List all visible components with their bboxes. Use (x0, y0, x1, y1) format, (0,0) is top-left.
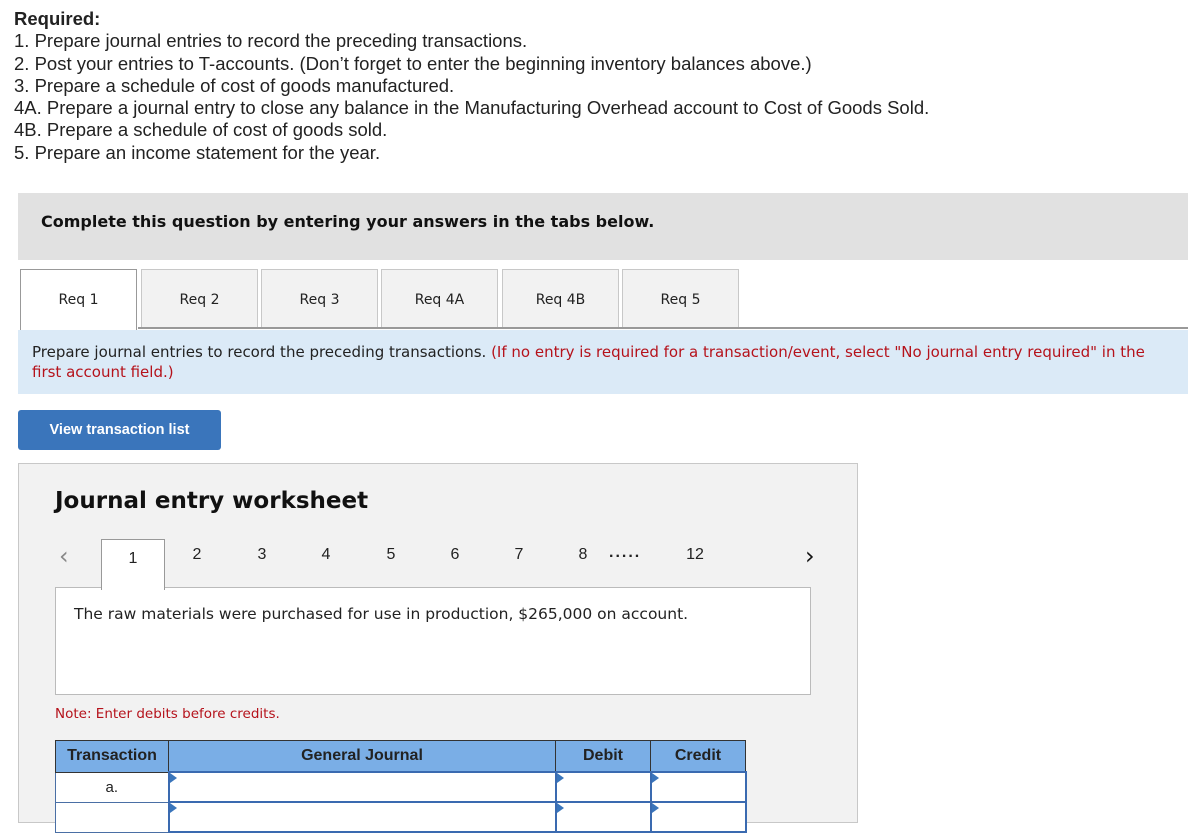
required-item-2: 2. Post your entries to T-accounts. (Don… (14, 52, 812, 74)
header-transaction: Transaction (55, 740, 169, 773)
account-select[interactable] (167, 801, 557, 833)
tab-req-4b[interactable]: Req 4B (502, 269, 619, 327)
debits-note: Note: Enter debits before credits. (55, 706, 280, 722)
instruction-text: Prepare journal entries to record the pr… (32, 343, 492, 361)
debit-input[interactable] (554, 801, 652, 833)
page-12-tab[interactable]: 12 (680, 546, 710, 564)
transaction-description-box: The raw materials were purchased for use… (55, 587, 811, 695)
page-1-tab[interactable]: 1 (101, 539, 165, 590)
instructions-banner-text: Complete this question by entering your … (41, 212, 655, 231)
header-general-journal: General Journal (168, 740, 556, 773)
pager-ellipsis: ..... (609, 544, 642, 561)
page-2-tab[interactable]: 2 (182, 546, 212, 564)
journal-table: Transaction General Journal Debit Credit… (55, 740, 747, 833)
required-item-5: 5. Prepare an income statement for the y… (14, 141, 381, 163)
tab-req-2[interactable]: Req 2 (141, 269, 258, 327)
chevron-left-icon[interactable]: ‹ (59, 542, 69, 570)
credit-input[interactable] (649, 771, 747, 803)
input-flag-icon (651, 803, 659, 813)
worksheet-title: Journal entry worksheet (55, 488, 369, 514)
dropdown-flag-icon (169, 803, 177, 813)
credit-input[interactable] (649, 801, 747, 833)
journal-entry-worksheet: Journal entry worksheet ‹ 1 2 3 4 5 6 7 … (18, 463, 858, 833)
tab-req-5[interactable]: Req 5 (622, 269, 739, 327)
table-row: a. (55, 771, 747, 803)
transaction-description: The raw materials were purchased for use… (74, 605, 689, 623)
tab-req-3[interactable]: Req 3 (261, 269, 378, 327)
required-item-1: 1. Prepare journal entries to record the… (14, 30, 528, 52)
page-4-tab[interactable]: 4 (311, 546, 341, 564)
view-transaction-list-button[interactable]: View transaction list (18, 410, 221, 450)
required-heading: Required: (14, 8, 101, 29)
tab-divider (138, 327, 1188, 329)
required-item-3: 3. Prepare a schedule of cost of goods m… (14, 74, 455, 96)
required-item-4a: 4A. Prepare a journal entry to close any… (14, 97, 930, 119)
header-credit: Credit (650, 740, 746, 773)
required-item-4b: 4B. Prepare a schedule of cost of goods … (14, 119, 388, 141)
transaction-cell (55, 801, 169, 833)
page-3-tab[interactable]: 3 (247, 546, 277, 564)
account-select[interactable] (167, 771, 557, 803)
required-section: Required: 1. Prepare journal entries to … (14, 8, 929, 164)
requirement-instruction: Prepare journal entries to record the pr… (18, 330, 1188, 394)
header-debit: Debit (555, 740, 651, 773)
input-flag-icon (651, 773, 659, 783)
table-row (55, 801, 747, 833)
input-flag-icon (556, 803, 564, 813)
page-1-label: 1 (128, 550, 138, 567)
page-5-tab[interactable]: 5 (376, 546, 406, 564)
tab-req-1[interactable]: Req 1 (20, 269, 137, 330)
page-6-tab[interactable]: 6 (440, 546, 470, 564)
page-8-tab[interactable]: 8 (568, 546, 598, 564)
transaction-cell: a. (55, 771, 169, 803)
instructions-banner: Complete this question by entering your … (18, 193, 1188, 260)
page-7-tab[interactable]: 7 (504, 546, 534, 564)
input-flag-icon (556, 773, 564, 783)
dropdown-flag-icon (169, 773, 177, 783)
debit-input[interactable] (554, 771, 652, 803)
tab-req-4a[interactable]: Req 4A (381, 269, 498, 327)
chevron-right-icon[interactable]: › (805, 542, 815, 570)
